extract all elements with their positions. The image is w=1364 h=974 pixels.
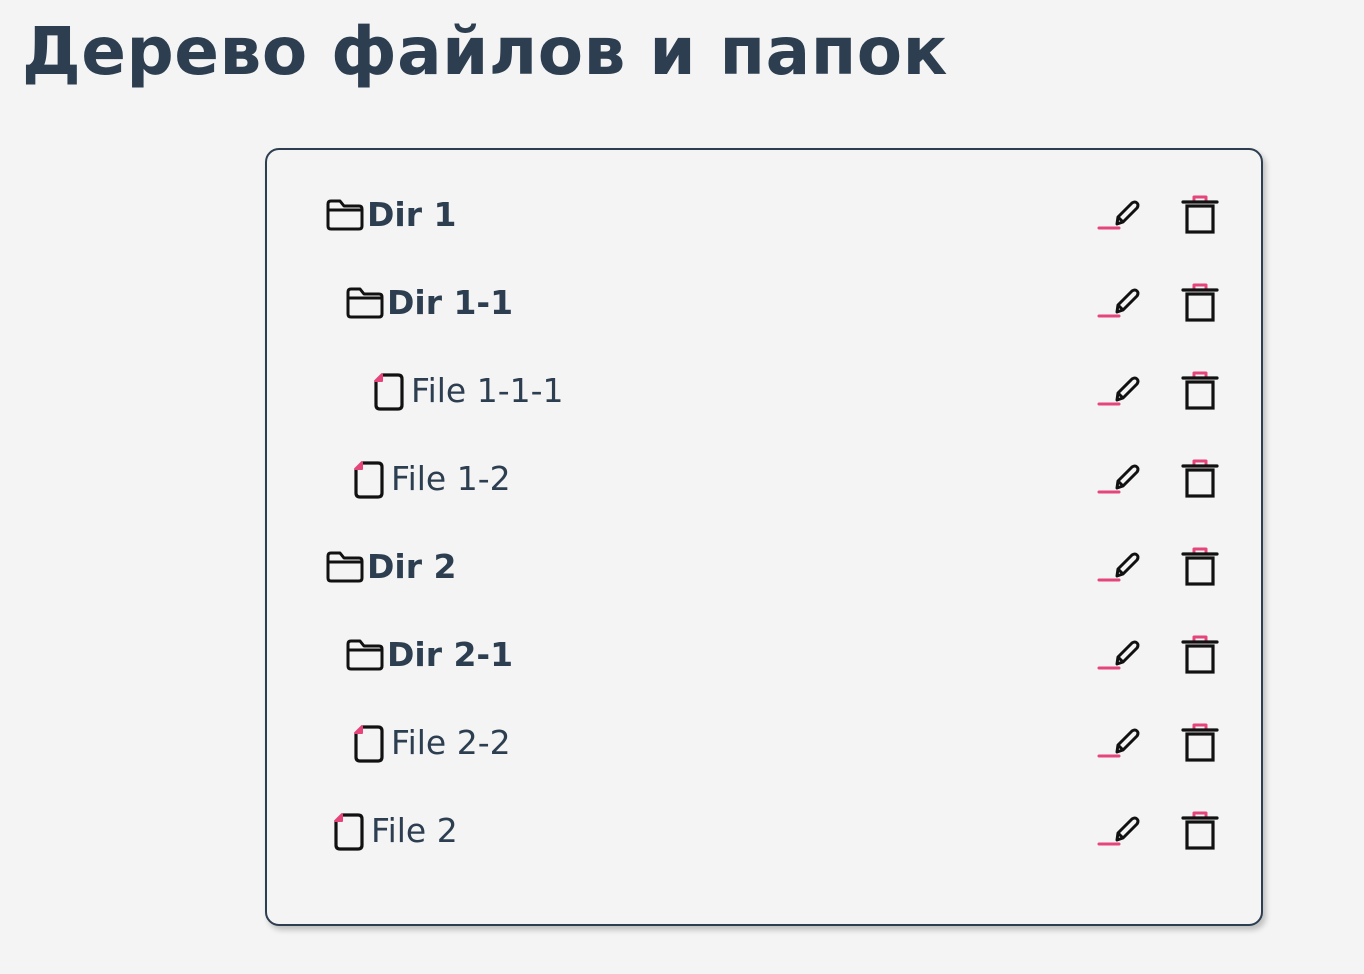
trash-icon [1180, 369, 1220, 415]
pencil-icon [1097, 284, 1143, 324]
trash-icon [1180, 193, 1220, 239]
tree-node-label[interactable]: Dir 1-1 [387, 283, 513, 323]
edit-button[interactable] [1095, 370, 1145, 414]
delete-button[interactable] [1175, 634, 1225, 678]
tree-node-label[interactable]: Dir 2-1 [387, 635, 513, 675]
tree-node-label[interactable]: File 2 [371, 811, 458, 851]
folder-icon [325, 195, 365, 235]
tree-row-dir[interactable]: Dir 1 [267, 172, 1261, 260]
pencil-icon [1097, 724, 1143, 764]
delete-button[interactable] [1175, 194, 1225, 238]
trash-icon [1180, 545, 1220, 591]
pencil-icon [1097, 548, 1143, 588]
page-title: Дерево файлов и папок [22, 13, 948, 90]
tree-row-file[interactable]: File 2 [267, 788, 1261, 876]
trash-icon [1180, 809, 1220, 855]
trash-icon [1180, 281, 1220, 327]
tree-row-file[interactable]: File 1-1-1 [267, 348, 1261, 436]
edit-button[interactable] [1095, 722, 1145, 766]
trash-icon [1180, 633, 1220, 679]
delete-button[interactable] [1175, 546, 1225, 590]
tree-node-label[interactable]: File 1-2 [391, 459, 511, 499]
edit-button[interactable] [1095, 546, 1145, 590]
edit-button[interactable] [1095, 810, 1145, 854]
pencil-icon [1097, 196, 1143, 236]
tree-node-label[interactable]: Dir 2 [367, 547, 456, 587]
tree-node-label[interactable]: File 2-2 [391, 723, 511, 763]
file-icon [329, 811, 369, 851]
delete-button[interactable] [1175, 458, 1225, 502]
delete-button[interactable] [1175, 810, 1225, 854]
folder-icon [345, 635, 385, 675]
file-tree: Dir 1 Dir 1-1 File 1-1-1 File 1-2 Dir 2 … [265, 148, 1263, 926]
pencil-icon [1097, 812, 1143, 852]
pencil-icon [1097, 636, 1143, 676]
file-icon [349, 723, 389, 763]
file-icon [369, 371, 409, 411]
folder-icon [345, 283, 385, 323]
edit-button[interactable] [1095, 194, 1145, 238]
trash-icon [1180, 721, 1220, 767]
tree-row-dir[interactable]: Dir 1-1 [267, 260, 1261, 348]
tree-row-file[interactable]: File 1-2 [267, 436, 1261, 524]
delete-button[interactable] [1175, 370, 1225, 414]
delete-button[interactable] [1175, 282, 1225, 326]
file-icon [349, 459, 389, 499]
tree-row-dir[interactable]: Dir 2-1 [267, 612, 1261, 700]
folder-icon [325, 547, 365, 587]
tree-row-file[interactable]: File 2-2 [267, 700, 1261, 788]
pencil-icon [1097, 372, 1143, 412]
edit-button[interactable] [1095, 634, 1145, 678]
delete-button[interactable] [1175, 722, 1225, 766]
tree-row-dir[interactable]: Dir 2 [267, 524, 1261, 612]
edit-button[interactable] [1095, 282, 1145, 326]
edit-button[interactable] [1095, 458, 1145, 502]
trash-icon [1180, 457, 1220, 503]
tree-node-label[interactable]: File 1-1-1 [411, 371, 564, 411]
tree-node-label[interactable]: Dir 1 [367, 195, 456, 235]
pencil-icon [1097, 460, 1143, 500]
